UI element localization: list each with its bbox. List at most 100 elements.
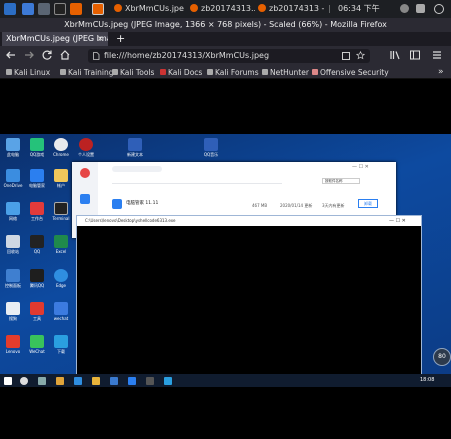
desktop-icon-account[interactable]: 帐户 [50,169,72,189]
network-icon[interactable] [400,4,409,13]
zoom-icon[interactable] [342,52,350,60]
lock-icon[interactable] [416,4,425,13]
bookmark-star-icon[interactable] [356,51,365,60]
desktop-icon-network[interactable]: 网络 [2,202,24,222]
folder-icon[interactable] [92,377,100,385]
forward-arrow-icon [25,51,34,59]
desktop-icon-recycle-bin[interactable]: 回收站 [2,235,24,255]
kali-docs-icon [160,69,166,75]
tab-close-icon[interactable]: × [97,32,104,46]
terminal-icon[interactable] [54,3,66,15]
desktop-icon-settings[interactable]: 个人设置 [75,138,97,158]
panel-clock[interactable]: 06:34 下午 [338,1,396,17]
home-button[interactable] [58,49,72,63]
new-tab-button[interactable]: + [116,32,125,46]
home-icon[interactable] [80,194,90,204]
desktop-icon-chrome[interactable]: Chrome [50,138,72,157]
home-icon [60,50,70,60]
speed-widget: 80 [433,348,451,366]
windows-start-icon[interactable] [4,377,12,385]
app-date: 2020/01/14 更新 [280,203,313,208]
reload-button[interactable] [40,49,54,63]
panel-separator: | [328,4,331,13]
app-logo-icon [80,168,90,178]
pc-manager-icon [112,199,122,209]
pc-manager-task-icon[interactable] [128,377,136,385]
console-window-controls[interactable]: — ☐ ✕ [389,216,406,226]
explorer-icon[interactable] [56,377,64,385]
task-firefox-1[interactable]: XbrMmCUs.jpe [114,1,184,17]
console-title-bar: C:\Users\lenovo\Desktop\yshellcode6313.e… [77,216,421,226]
bookmark-kali-docs[interactable]: Kali Docs [160,66,202,79]
sidebar-button[interactable] [408,49,422,63]
desktop-icon-wechat[interactable]: WeChat [26,335,48,354]
bookmark-kali-forums[interactable]: Kali Forums [207,66,259,79]
search-box[interactable] [112,166,162,172]
console-title: C:\Users\lenovo\Desktop\yshellcode6313.e… [85,218,176,223]
tab-active[interactable]: XbrMmCUs.jpeg (JPEG Imag [2,32,108,46]
bookmark-nethunter[interactable]: NetHunter [262,66,309,79]
desktop-icon-lenovo[interactable]: Lenovo [2,335,24,354]
desktop-icon-edge[interactable]: Edge [50,269,72,288]
edge-icon[interactable] [74,377,82,385]
desktop-icon-terminal[interactable]: Terminal [50,202,72,221]
kali-dragon-icon [112,69,118,75]
top-panel: XbrMmCUs.jpe zb20174313... zb20174313 - … [0,0,451,18]
desktop-icon-qq-music[interactable]: QQ音乐 [200,138,222,158]
desktop-icon-workbench[interactable]: 工作台 [26,202,48,222]
task-firefox-3[interactable]: zb20174313 - ... [258,1,326,17]
window-title: XbrMmCUs.jpeg (JPEG Image, 1366 × 768 pi… [64,20,387,29]
forward-button[interactable] [22,49,36,63]
files-icon[interactable] [38,3,50,15]
desktop-icon-qq[interactable]: QQ [26,235,48,254]
sort-dropdown[interactable]: 按软件名称 [322,178,360,184]
kali-dragon-icon [60,69,66,75]
search-icon[interactable] [20,377,28,385]
library-icon [390,51,400,60]
desktop-icon-tools[interactable]: 工具 [26,302,48,322]
desktop-icon-sogou[interactable]: 搜狗 [2,302,24,322]
power-icon[interactable] [434,4,444,14]
window-controls[interactable]: — ☐ ✕ [352,164,369,170]
desktop-icon-word-doc[interactable]: 新建文本 [124,138,146,158]
app-name: 电脑管家 11.11 [126,201,159,206]
app-task-icon[interactable] [164,377,172,385]
kali-dragon-icon [262,69,268,75]
bookmarks-overflow-button[interactable]: » [438,66,444,79]
desktop-icon-onedrive[interactable]: OneDrive [2,169,24,188]
workspace-icon[interactable] [22,3,34,15]
tab-strip: XbrMmCUs.jpeg (JPEG Imag × + [0,32,451,46]
file-icon [93,52,100,60]
kali-menu-icon[interactable] [4,3,16,15]
windows-taskbar: 18:08 [0,374,451,387]
url-bar[interactable]: file:///home/zb20174313/XbrMmCUs.jpeg [88,49,370,63]
displayed-screenshot-image[interactable]: 此电脑 OneDrive 网络 回收站 控制面板 搜狗 Lenovo QQ游戏 … [0,134,451,387]
back-button[interactable] [4,49,18,63]
windows-clock[interactable]: 18:08 [420,377,434,383]
bookmark-kali-linux[interactable]: Kali Linux [6,66,50,79]
firefox-launcher-icon[interactable] [92,3,104,15]
category-tabs [112,178,282,184]
bookmark-kali-tools[interactable]: Kali Tools [112,66,154,79]
firefox-icon[interactable] [70,3,82,15]
desktop-icon-pc-manager[interactable]: 电脑管家 [26,169,48,189]
library-button[interactable] [388,49,402,63]
desktop-icon-this-pc[interactable]: 此电脑 [2,138,24,158]
menu-button[interactable] [430,49,444,63]
desktop-icon-control-panel[interactable]: 控制面板 [2,269,24,289]
desktop-icon-wechat-web[interactable]: wechat [50,302,72,321]
uninstall-button[interactable]: 卸载 [358,199,378,208]
desktop-icon-tencent-qq[interactable]: 腾讯QQ [26,269,48,289]
task-view-icon[interactable] [38,377,46,385]
desktop-icon-download[interactable]: 下载 [50,335,72,355]
store-icon[interactable] [110,377,118,385]
desktop-icon-excel[interactable]: Excel [50,235,72,254]
bookmark-offensive-security[interactable]: Offensive Security [312,66,389,79]
window-title-bar: XbrMmCUs.jpeg (JPEG Image, 1366 × 768 pi… [0,18,451,32]
bookmark-kali-training[interactable]: Kali Training [60,66,114,79]
console-window[interactable]: C:\Users\lenovo\Desktop\yshellcode6313.e… [76,215,422,375]
offsec-icon [312,69,318,75]
desktop-icon-qq-game[interactable]: QQ游戏 [26,138,48,158]
console-task-icon[interactable] [146,377,154,385]
task-firefox-2[interactable]: zb20174313... [190,1,255,17]
